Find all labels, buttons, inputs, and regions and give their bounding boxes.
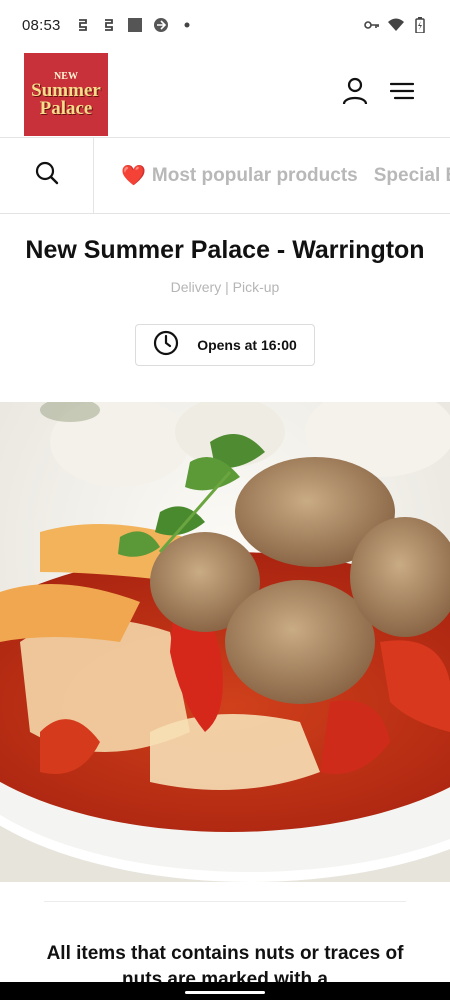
heart-icon: ❤️ — [121, 165, 146, 187]
status-bar: 08:53 — [0, 0, 450, 50]
home-gesture-handle[interactable] — [185, 991, 265, 994]
browser-icon — [153, 17, 169, 33]
opening-hours-button[interactable]: Opens at 16:00 — [135, 324, 315, 366]
hamburger-menu-icon — [389, 82, 415, 105]
logo-text-summer: Summer — [31, 79, 101, 101]
square-app-icon — [127, 17, 143, 33]
restaurant-logo[interactable]: NEW Summer Palace — [24, 53, 108, 136]
system-navigation-bar — [0, 982, 450, 1000]
opening-hours-label: Opens at 16:00 — [197, 337, 297, 353]
hero-food-image — [0, 402, 450, 882]
sync-icon — [75, 17, 91, 33]
dot-icon — [179, 17, 195, 33]
order-options: Delivery | Pick-up — [170, 279, 280, 295]
menu-button[interactable] — [387, 78, 417, 108]
restaurant-title: New Summer Palace - Warrington — [25, 236, 425, 264]
tab-most-popular[interactable]: ❤️ Most popular products — [121, 163, 358, 188]
tab-special[interactable]: Special Ba — [374, 165, 450, 187]
wifi-icon — [388, 17, 404, 33]
sync-icon — [101, 17, 117, 33]
section-divider — [44, 901, 406, 902]
tab-label: Most popular products — [151, 164, 358, 186]
category-tabs: ❤️ Most popular products Special Ba — [94, 138, 450, 213]
status-time: 08:53 — [22, 16, 61, 34]
category-bar: ❤️ Most popular products Special Ba — [0, 138, 450, 214]
tab-label: Special Ba — [373, 164, 450, 186]
user-icon — [342, 77, 368, 110]
app-header: NEW Summer Palace — [0, 50, 450, 138]
search-icon — [35, 161, 59, 190]
account-button[interactable] — [340, 77, 370, 110]
key-icon — [364, 17, 380, 33]
logo-text-palace: Palace — [39, 97, 93, 119]
category-search-button[interactable] — [0, 138, 94, 213]
battery-icon — [412, 17, 428, 33]
clock-icon — [153, 330, 179, 361]
